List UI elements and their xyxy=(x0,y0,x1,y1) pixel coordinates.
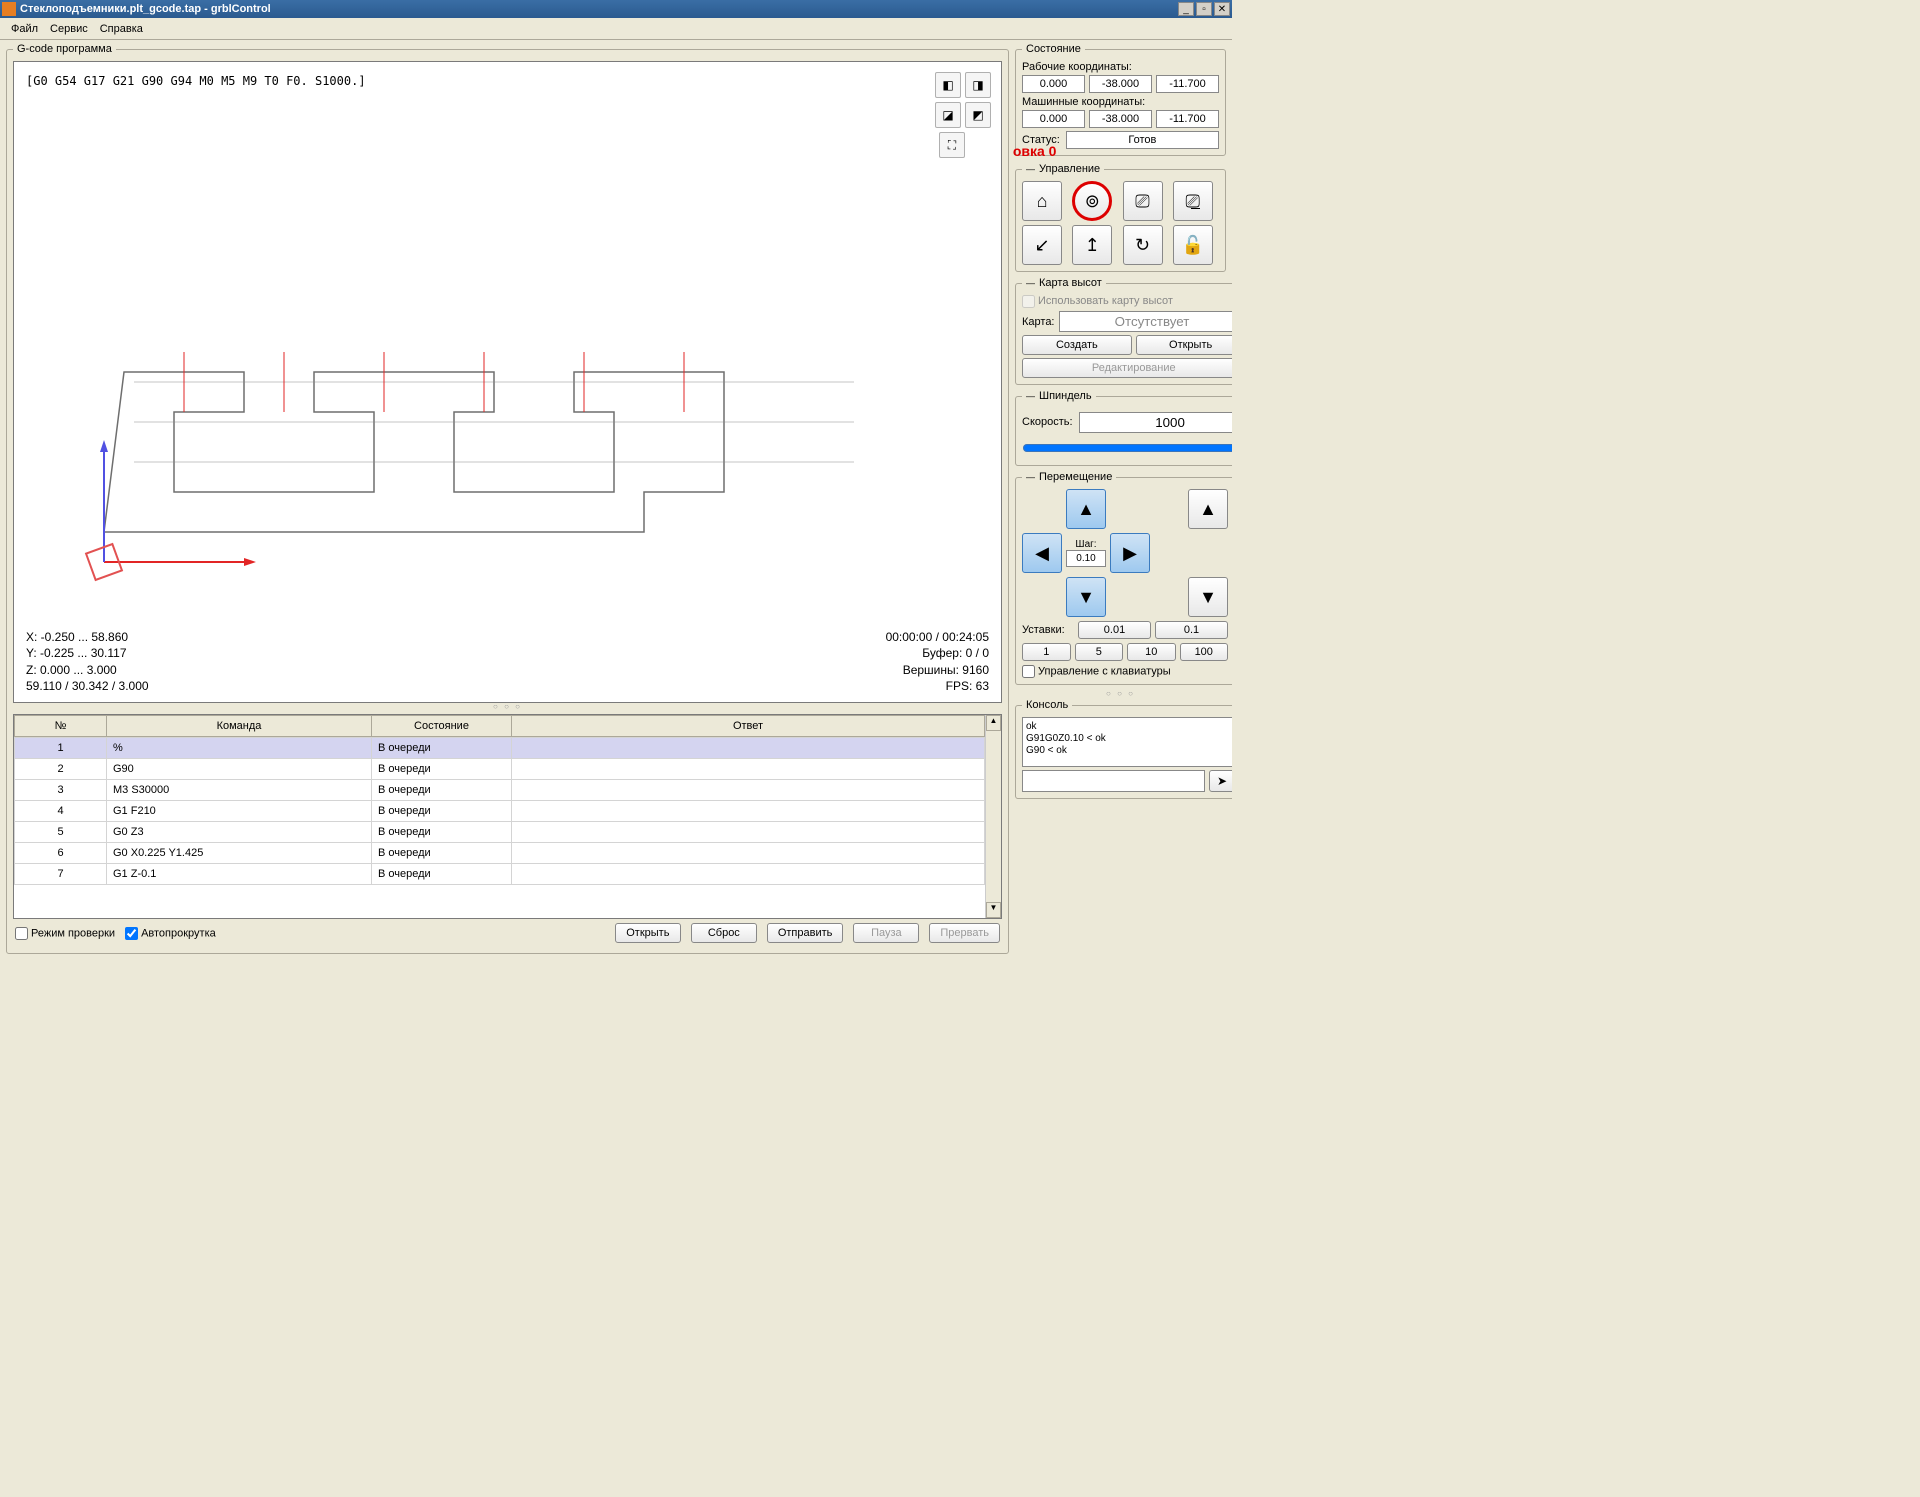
col-cmd[interactable]: Команда xyxy=(107,716,372,737)
gcode-panel-legend: G-code программа xyxy=(13,43,116,55)
zero-z-button[interactable]: ⎚̲ xyxy=(1173,181,1213,221)
work-z: -11.700 xyxy=(1156,75,1219,93)
keyboard-control-checkbox[interactable]: Управление с клавиатуры xyxy=(1022,665,1228,678)
jog-legend[interactable]: Перемещение xyxy=(1022,471,1116,483)
machine-z: -11.700 xyxy=(1156,110,1219,128)
heightmap-open-button[interactable]: Открыть xyxy=(1136,335,1232,355)
heightmap-map-label: Карта: xyxy=(1022,316,1055,328)
pause-button[interactable]: Пауза xyxy=(853,923,919,943)
gcode-table: № Команда Состояние Ответ ▲ 1%В очереди2… xyxy=(13,714,1002,919)
status-value: Готов xyxy=(1066,131,1219,149)
check-mode-checkbox[interactable]: Режим проверки xyxy=(15,927,115,940)
col-resp[interactable]: Ответ xyxy=(512,716,985,737)
table-row[interactable]: 3M3 S30000В очереди xyxy=(15,780,985,801)
titlebar: Стеклоподъемники.plt_gcode.tap - grblCon… xyxy=(0,0,1232,18)
scrollbar-track[interactable] xyxy=(986,737,1001,902)
preset-100[interactable]: 100 xyxy=(1180,643,1229,661)
menu-service[interactable]: Сервис xyxy=(44,23,94,35)
spindle-slider[interactable] xyxy=(1022,440,1232,456)
machine-x: 0.000 xyxy=(1022,110,1085,128)
table-row[interactable]: 5G0 Z3В очереди xyxy=(15,822,985,843)
console-input[interactable] xyxy=(1022,770,1205,792)
app-icon xyxy=(2,2,16,16)
gcode-header-line: [G0 G54 G17 G21 G90 G94 M0 M5 M9 T0 F0. … xyxy=(26,74,366,88)
reset-ctrl-button[interactable]: ↻ xyxy=(1123,225,1163,265)
view-iso-button[interactable]: ◧ xyxy=(935,72,961,98)
table-row[interactable]: 4G1 F210В очереди xyxy=(15,801,985,822)
status-legend: Состояние xyxy=(1022,43,1085,55)
table-row[interactable]: 7G1 Z-0.1В очереди xyxy=(15,864,985,885)
machine-y: -38.000 xyxy=(1089,110,1152,128)
console-output[interactable]: ok G91G0Z0.10 < ok G90 < ok xyxy=(1022,717,1232,767)
table-row[interactable]: 6G0 X0.225 Y1.425В очереди xyxy=(15,843,985,864)
open-file-button[interactable]: Открыть xyxy=(615,923,681,943)
jog-y-minus-button[interactable]: ▼ xyxy=(1066,577,1106,617)
z-probe-button[interactable]: ⊚ xyxy=(1072,181,1112,221)
send-button[interactable]: Отправить xyxy=(767,923,844,943)
console-legend: Консоль xyxy=(1022,699,1072,711)
scroll-down-icon[interactable]: ▼ xyxy=(986,902,1001,918)
autoscroll-checkbox[interactable]: Автопрокрутка xyxy=(125,927,216,940)
maximize-button[interactable]: ▫ xyxy=(1196,2,1212,16)
view-front-button[interactable]: ◩ xyxy=(965,102,991,128)
work-y: -38.000 xyxy=(1089,75,1152,93)
origin-button[interactable]: ↙ xyxy=(1022,225,1062,265)
machine-coords-label: Машинные координаты: xyxy=(1022,96,1219,108)
visualizer-info-right: 00:00:00 / 00:24:05 Буфер: 0 / 0 Вершины… xyxy=(886,629,989,694)
view-fit-button[interactable]: ⛶ xyxy=(939,132,965,158)
jog-step-label: Шаг: xyxy=(1066,539,1106,550)
col-state[interactable]: Состояние xyxy=(372,716,512,737)
jog-z-plus-button[interactable]: ▲ xyxy=(1188,489,1228,529)
jog-presets-label: Уставки: xyxy=(1022,624,1074,636)
jog-z-minus-button[interactable]: ▼ xyxy=(1188,577,1228,617)
jog-step-input[interactable] xyxy=(1066,550,1106,567)
scroll-up-icon[interactable]: ▲ xyxy=(986,715,1001,731)
spindle-legend[interactable]: Шпиндель xyxy=(1022,390,1096,402)
window-title: Стеклоподъемники.plt_gcode.tap - grblCon… xyxy=(20,3,1176,15)
spindle-speed-label: Скорость: xyxy=(1022,416,1073,428)
heightmap-legend[interactable]: Карта высот xyxy=(1022,277,1106,289)
safe-z-button[interactable]: ↥ xyxy=(1072,225,1112,265)
view-iso-fill-button[interactable]: ◨ xyxy=(965,72,991,98)
menu-file[interactable]: Файл xyxy=(5,23,44,35)
splitter-grip[interactable]: ○ ○ ○ xyxy=(13,703,1002,710)
work-coords-label: Рабочие координаты: xyxy=(1022,61,1219,73)
unlock-button[interactable]: 🔓 xyxy=(1173,225,1213,265)
close-button[interactable]: ✕ xyxy=(1214,2,1230,16)
spindle-speed-input[interactable] xyxy=(1079,412,1232,433)
view-top-button[interactable]: ◪ xyxy=(935,102,961,128)
right-splitter-grip[interactable]: ○ ○ ○ xyxy=(1015,690,1226,697)
preset-1[interactable]: 1 xyxy=(1022,643,1071,661)
preset-0.01[interactable]: 0.01 xyxy=(1078,621,1151,639)
abort-button[interactable]: Прервать xyxy=(929,923,1000,943)
menu-help[interactable]: Справка xyxy=(94,23,149,35)
heightmap-edit-button[interactable]: Редактирование xyxy=(1022,358,1232,378)
table-row[interactable]: 2G90В очереди xyxy=(15,759,985,780)
menubar: Файл Сервис Справка xyxy=(0,18,1232,40)
toolpath-graphic xyxy=(84,312,884,612)
preset-10[interactable]: 10 xyxy=(1127,643,1176,661)
preset-0.1[interactable]: 0.1 xyxy=(1155,621,1228,639)
preset-5[interactable]: 5 xyxy=(1075,643,1124,661)
use-heightmap-checkbox[interactable]: Использовать карту высот xyxy=(1022,295,1173,307)
heightmap-path xyxy=(1059,311,1233,332)
reset-button[interactable]: Сброс xyxy=(691,923,757,943)
jog-y-plus-button[interactable]: ▲ xyxy=(1066,489,1106,529)
jog-x-plus-button[interactable]: ▶ xyxy=(1110,533,1150,573)
table-row[interactable]: 1%В очереди xyxy=(15,738,985,759)
jog-x-minus-button[interactable]: ◀ xyxy=(1022,533,1062,573)
console-send-button[interactable]: ➤ xyxy=(1209,770,1232,792)
zero-xy-button[interactable]: ⎚ xyxy=(1123,181,1163,221)
annotation-label: z-щуп, установка 0 xyxy=(1012,143,1056,159)
control-legend[interactable]: Управление xyxy=(1022,163,1104,175)
home-button[interactable]: ⌂ xyxy=(1022,181,1062,221)
visualizer-info-left: X: -0.250 ... 58.860 Y: -0.225 ... 30.11… xyxy=(26,629,149,694)
visualizer[interactable]: [G0 G54 G17 G21 G90 G94 M0 M5 M9 T0 F0. … xyxy=(13,61,1002,703)
col-num[interactable]: № xyxy=(15,716,107,737)
work-x: 0.000 xyxy=(1022,75,1085,93)
minimize-button[interactable]: _ xyxy=(1178,2,1194,16)
heightmap-create-button[interactable]: Создать xyxy=(1022,335,1132,355)
